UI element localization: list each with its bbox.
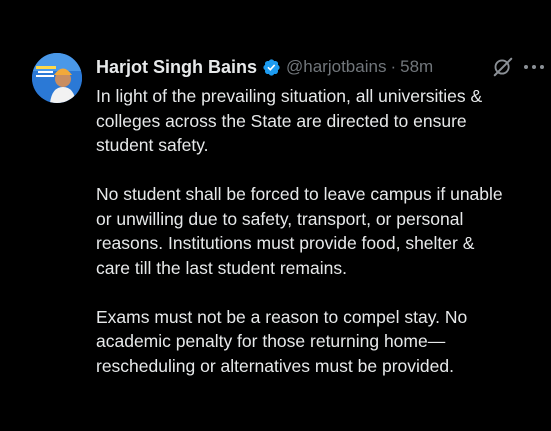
tweet-text-line: reasons. Institutions must provide food,… bbox=[96, 233, 475, 253]
tweet-text-line: student safety. bbox=[96, 135, 209, 155]
tweet-text-line: academic penalty for those returning hom… bbox=[96, 331, 446, 351]
tweet-timestamp[interactable]: 58m bbox=[400, 57, 433, 77]
tweet-text: In light of the prevailing situation, al… bbox=[96, 84, 546, 378]
verified-badge-icon bbox=[262, 58, 281, 77]
avatar[interactable] bbox=[32, 53, 82, 103]
tweet-text-line: colleges across the State are directed t… bbox=[96, 110, 467, 131]
author-name[interactable]: Harjot Singh Bains bbox=[96, 57, 257, 78]
author-handle[interactable]: @harjotbains bbox=[286, 57, 386, 77]
header-separator: · bbox=[390, 57, 397, 76]
more-options-icon[interactable] bbox=[522, 56, 546, 78]
grok-icon[interactable] bbox=[492, 56, 514, 78]
tweet-header: Harjot Singh Bains @harjotbains · 58m bbox=[96, 54, 433, 80]
tweet-text-line: or unwilling due to safety, transport, o… bbox=[96, 208, 464, 229]
tweet-text-line: No student shall be forced to leave camp… bbox=[96, 184, 503, 204]
avatar-image bbox=[32, 53, 82, 103]
tweet-text-line: care till the last student remains. bbox=[96, 257, 347, 278]
tweet-text-line: In light of the prevailing situation, al… bbox=[96, 86, 483, 106]
tweet-text-line: rescheduling or alternatives must be pro… bbox=[96, 355, 454, 376]
tweet-text-line: Exams must not be a reason to compel sta… bbox=[96, 306, 468, 327]
tweet[interactable]: Harjot Singh Bains @harjotbains · 58m In… bbox=[0, 0, 551, 431]
